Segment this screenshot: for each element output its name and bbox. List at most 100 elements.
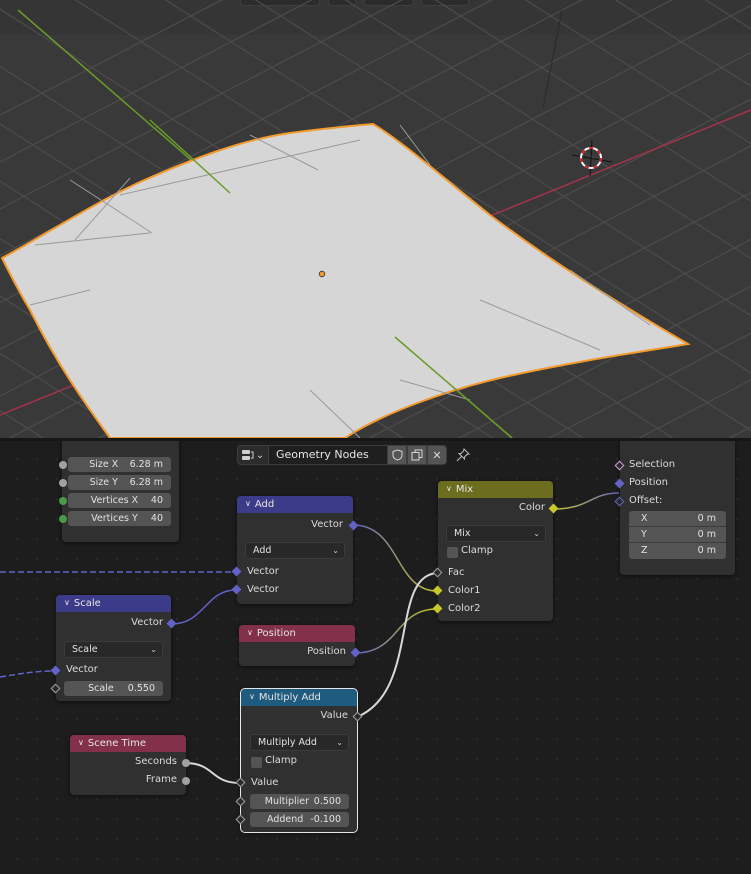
size-x-field[interactable]: Size X 6.28 m: [68, 457, 171, 472]
frame-output-socket[interactable]: [182, 777, 190, 785]
vector-output-socket[interactable]: [166, 618, 177, 629]
size-x-socket[interactable]: [59, 461, 67, 469]
input-label: Vector: [247, 566, 279, 577]
link-scale-to-add-vector: [170, 589, 237, 625]
collapse-chevron-icon[interactable]: ∨: [249, 688, 255, 705]
input-label: Value: [251, 777, 279, 788]
vector-output-socket[interactable]: [348, 520, 359, 531]
link-position-to-mix-color2: [354, 608, 438, 654]
node-header[interactable]: ∨ Mix: [438, 481, 553, 498]
3d-viewport[interactable]: [0, 0, 751, 438]
value-output-socket[interactable]: [352, 711, 363, 722]
scale-input-socket[interactable]: [50, 683, 61, 694]
vector-input-socket-1[interactable]: [231, 566, 242, 577]
link-scenetime-to-multiplyadd: [184, 762, 241, 784]
blend-mode-dropdown[interactable]: Mix ⌄: [446, 525, 546, 542]
offset-z-field[interactable]: Z0 m: [629, 543, 726, 559]
input-label: Color2: [448, 603, 481, 614]
collapse-chevron-icon[interactable]: ∨: [245, 495, 251, 512]
duplicate-icon: [411, 449, 423, 461]
output-label: Vector: [131, 617, 163, 628]
vector-input-socket[interactable]: [50, 665, 61, 676]
cloth-mesh: [0, 122, 691, 438]
clamp-label: Clamp: [265, 755, 297, 766]
mix-rgb-node[interactable]: ∨ Mix Color Mix ⌄ Clamp Fac Color1 Color2: [432, 481, 559, 621]
link-mix-to-setposition: [552, 492, 620, 510]
3d-cursor-icon: [571, 139, 613, 177]
math-multiply-add-node[interactable]: ∨ Multiply Add Value Multiply Add ⌄ Clamp …: [235, 688, 363, 833]
editor-type-button[interactable]: ⌄: [237, 445, 269, 465]
grid-node[interactable]: Size X 6.28 m Size Y 6.28 m Vertices X 40 V…: [59, 441, 179, 542]
addend-input-socket[interactable]: [235, 814, 246, 825]
unlink-button[interactable]: ✕: [427, 445, 447, 465]
seconds-output-socket[interactable]: [182, 759, 190, 767]
selection-input-socket[interactable]: [614, 460, 625, 471]
chevron-down-icon: ⌄: [533, 529, 540, 538]
vector-input-socket-2[interactable]: [231, 584, 242, 595]
output-label: Color: [518, 502, 545, 513]
output-label: Position: [307, 646, 346, 657]
geometry-node-editor-icon: [241, 449, 254, 460]
input-label: Selection: [629, 459, 676, 470]
node-editor-header: ⌄ Geometry Nodes ✕: [237, 445, 473, 465]
input-label: Vector: [66, 664, 98, 675]
multiplier-input-socket[interactable]: [235, 796, 246, 807]
size-y-field[interactable]: Size Y 6.28 m: [68, 475, 171, 490]
output-label: Vector: [311, 519, 343, 530]
pin-button[interactable]: [453, 445, 473, 465]
input-label: Offset:: [629, 495, 663, 506]
scale-value-field[interactable]: Scale 0.550: [64, 681, 163, 696]
viewport-scene: [0, 0, 751, 438]
collapse-chevron-icon[interactable]: ∨: [64, 594, 70, 611]
node-header[interactable]: ∨ Scene Time: [70, 735, 186, 752]
input-label: Vector: [247, 584, 279, 595]
grid-line: [0, 0, 50, 438]
node-header[interactable]: ∨ Add: [237, 496, 353, 513]
vertices-y-field[interactable]: Vertices Y 40: [68, 511, 171, 526]
vector-math-add-node[interactable]: ∨ Add Vector Add ⌄ Vector Vector: [231, 496, 359, 604]
offset-y-field[interactable]: Y0 m: [629, 527, 726, 543]
chevron-down-icon: ⌄: [255, 449, 265, 461]
vertices-y-socket[interactable]: [59, 515, 67, 523]
scene-time-node[interactable]: ∨ Scene Time Seconds Frame: [70, 735, 190, 795]
offset-input-socket[interactable]: [614, 496, 625, 507]
collapse-chevron-icon[interactable]: ∨: [78, 734, 84, 751]
size-y-socket[interactable]: [59, 479, 67, 487]
node-header[interactable]: ∨ Scale: [56, 595, 171, 612]
position-input-socket[interactable]: [614, 478, 625, 489]
color2-input-socket[interactable]: [432, 603, 443, 614]
collapse-chevron-icon[interactable]: ∨: [247, 624, 253, 641]
vertices-x-field[interactable]: Vertices X 40: [68, 493, 171, 508]
fake-user-button[interactable]: [387, 445, 407, 465]
value-input-socket[interactable]: [235, 777, 246, 788]
node-header[interactable]: ∨ Position: [239, 625, 355, 642]
fac-input-socket[interactable]: [432, 567, 443, 578]
vector-math-scale-node[interactable]: ∨ Scale Vector Scale ⌄ Vector Scale 0.550: [50, 595, 177, 701]
node-header[interactable]: ∨ Multiply Add: [241, 689, 357, 706]
node-tree-name-field[interactable]: Geometry Nodes: [269, 445, 387, 465]
offset-x-field[interactable]: X0 m: [629, 511, 726, 527]
position-output-socket[interactable]: [350, 647, 361, 658]
offset-vector-field[interactable]: X0 m Y0 m Z0 m: [629, 511, 726, 559]
link-add-to-mix-color1: [352, 524, 438, 592]
collapse-chevron-icon[interactable]: ∨: [446, 480, 452, 497]
geometry-node-editor[interactable]: ⌄ Geometry Nodes ✕ Size X 6.28 m Size Y 6.…: [0, 441, 751, 874]
color1-input-socket[interactable]: [432, 585, 443, 596]
vertices-x-socket[interactable]: [59, 497, 67, 505]
addend-field[interactable]: Addend -0.100: [250, 812, 349, 827]
clamp-checkbox[interactable]: [447, 547, 458, 558]
link-multiplyadd-to-mix-fac: [356, 572, 438, 718]
operation-dropdown[interactable]: Add ⌄: [245, 542, 345, 559]
operation-dropdown[interactable]: Scale ⌄: [64, 641, 163, 658]
clamp-checkbox[interactable]: [251, 757, 262, 768]
operation-dropdown[interactable]: Multiply Add ⌄: [250, 734, 349, 751]
color-output-socket[interactable]: [548, 503, 559, 514]
duplicate-button[interactable]: [407, 445, 427, 465]
link-offscreen-to-scale-vector: [0, 670, 56, 678]
multiplier-field[interactable]: Multiplier 0.500: [250, 794, 349, 809]
position-input-node[interactable]: ∨ Position Position: [239, 625, 361, 666]
object-origin: [318, 270, 326, 278]
set-position-node[interactable]: Selection Position Offset: X0 m Y0 m Z0 …: [614, 441, 735, 575]
input-label: Position: [629, 477, 668, 488]
shield-icon: [392, 449, 402, 461]
